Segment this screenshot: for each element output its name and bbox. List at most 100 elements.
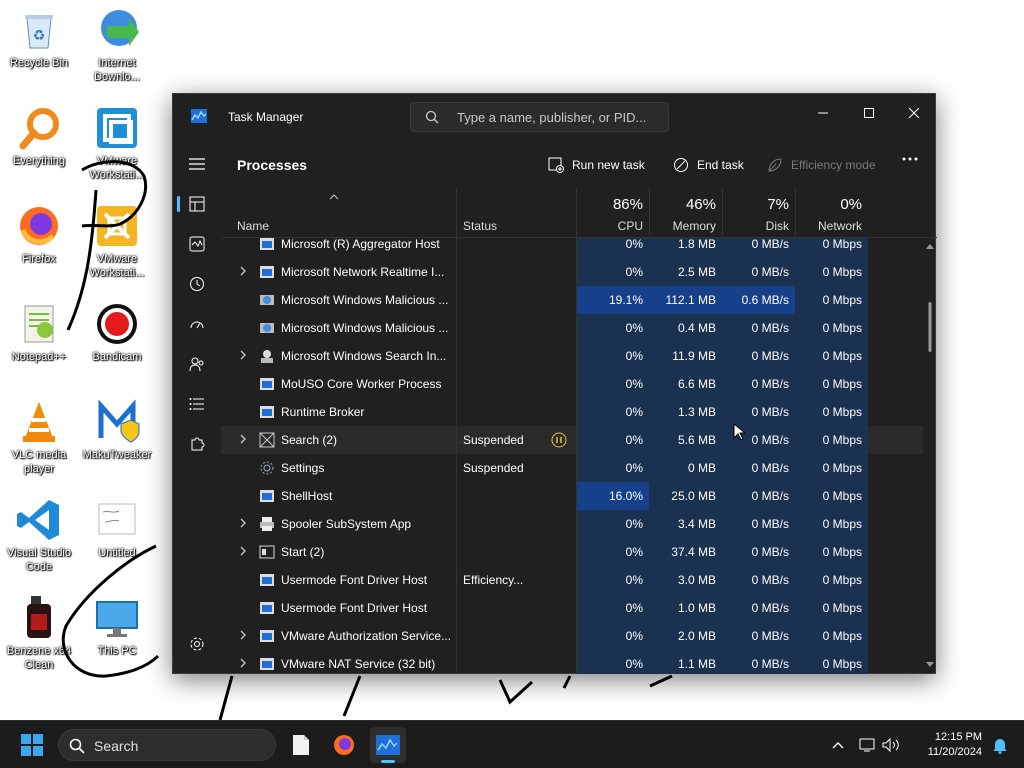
column-header-memory[interactable]: 46% Memory [649, 188, 722, 238]
memory-cell: 3.4 MB [649, 510, 722, 538]
column-divider [576, 238, 577, 674]
nav-details[interactable] [173, 386, 221, 422]
expand-chevron-icon[interactable] [237, 349, 249, 361]
expand-chevron-icon[interactable] [237, 545, 249, 557]
disk-cell: 0 MB/s [722, 370, 795, 398]
process-row[interactable]: Microsoft Network Realtime I... 0% 2.5 MB 0… [221, 258, 923, 286]
memory-total: 46% [685, 196, 716, 213]
column-header-disk[interactable]: 7% Disk [722, 188, 795, 238]
desktop-icon-label: Firefox [22, 253, 56, 265]
desktop-icon-bandicam[interactable]: Bandicam [79, 300, 155, 364]
memory-cell: 1.1 MB [649, 650, 722, 674]
efficiency-mode-button[interactable]: Efficiency mode [767, 157, 876, 173]
process-name: Start (2) [281, 545, 325, 559]
desktop-icon-firefox[interactable]: Firefox [1, 202, 77, 266]
desktop-icon-everything[interactable]: Everything [1, 104, 77, 168]
process-row[interactable]: VMware Authorization Service... 0% 2.0 MB 0… [221, 622, 923, 650]
desktop-icon-untitled[interactable]: Untitled [79, 496, 155, 560]
show-hidden-icons-button[interactable] [820, 727, 856, 763]
expand-chevron-icon[interactable] [237, 629, 249, 641]
process-row[interactable]: Usermode Font Driver Host 0% 1.0 MB 0 MB/s 0… [221, 594, 923, 622]
nav-services[interactable] [173, 426, 221, 462]
column-disk-label: Disk [765, 219, 789, 233]
column-name-label: Name [237, 219, 270, 233]
process-row[interactable]: ShellHost 16.0% 25.0 MB 0 MB/s 0 Mbps [221, 482, 923, 510]
taskbar-file-explorer[interactable] [283, 727, 319, 763]
hamburger-menu-button[interactable] [173, 146, 221, 182]
clock[interactable]: 12:15 PM 11/20/2024 [928, 730, 982, 760]
close-icon [908, 107, 920, 119]
taskbar-task-manager[interactable] [370, 727, 406, 763]
taskbar-search[interactable]: Search [58, 729, 276, 761]
nav-settings[interactable] [173, 626, 221, 662]
task-manager-icon [376, 735, 400, 755]
malicious-software-tool-icon [259, 292, 275, 308]
search-box[interactable]: Type a name, publisher, or PID... [410, 102, 669, 132]
maximize-button[interactable] [846, 98, 892, 128]
chevron-up-icon [832, 742, 844, 749]
cpu-cell: 16.0% [576, 482, 649, 510]
desktop-icon-idm[interactable]: Internet Downlo... [79, 6, 155, 84]
process-row[interactable]: Microsoft Windows Malicious ... 19.1% 112.… [221, 286, 923, 314]
nav-startup-apps[interactable] [173, 306, 221, 342]
process-row[interactable]: Microsoft Windows Search In... 0% 11.9 MB 0… [221, 342, 923, 370]
memory-cell: 25.0 MB [649, 482, 722, 510]
start-button[interactable] [14, 727, 50, 763]
desktop-icon-this-pc[interactable]: This PC [79, 594, 155, 658]
search-icon [69, 738, 85, 754]
nav-app-history[interactable] [173, 266, 221, 302]
process-row[interactable]: VMware NAT Service (32 bit) 0% 1.1 MB 0 MB/… [221, 650, 923, 674]
desktop-icon-vscode[interactable]: Visual Studio Code [1, 496, 77, 574]
desktop-icon-vlc[interactable]: VLC media player [1, 398, 77, 476]
nav-processes[interactable] [173, 186, 221, 222]
end-task-button[interactable]: End task [673, 157, 744, 173]
network-volume-icons [859, 737, 899, 753]
task-manager-app-icon [191, 109, 207, 123]
expand-chevron-icon[interactable] [237, 657, 249, 669]
run-new-task-button[interactable]: Run new task [548, 157, 645, 173]
system-tray-network-volume[interactable] [856, 727, 902, 763]
memory-cell: 11.9 MB [649, 342, 722, 370]
desktop-icon-notepadpp[interactable]: Notepad++ [1, 300, 77, 364]
expand-chevron-icon[interactable] [237, 517, 249, 529]
process-row[interactable]: Settings Suspended 0% 0 MB 0 MB/s 0 Mbps [221, 454, 923, 482]
column-header-name[interactable]: Name [221, 188, 456, 238]
process-row[interactable]: Runtime Broker 0% 1.3 MB 0 MB/s 0 Mbps [221, 398, 923, 426]
vertical-scrollbar[interactable] [923, 238, 937, 674]
memory-cell: 112.1 MB [649, 286, 722, 314]
process-row[interactable]: Spooler SubSystem App 0% 3.4 MB 0 MB/s 0 Mbp… [221, 510, 923, 538]
close-button[interactable] [891, 98, 937, 128]
taskbar: Search 12:15 PM 11/20/2024 [0, 720, 1024, 768]
column-header-status[interactable]: Status [456, 188, 576, 238]
process-row[interactable]: MoUSO Core Worker Process 0% 6.6 MB 0 MB/s 0… [221, 370, 923, 398]
process-row[interactable]: Search (2) Suspended 0% 5.6 MB 0 MB/s 0 Mbps [221, 426, 923, 454]
process-row[interactable]: Usermode Font Driver Host Efficiency... 0%… [221, 566, 923, 594]
leaf-icon [768, 158, 782, 172]
desktop-icon-recycle-bin[interactable]: ♻ Recycle Bin [1, 6, 77, 70]
process-row[interactable]: Microsoft Windows Malicious ... 0% 0.4 MB 0… [221, 314, 923, 342]
notepadpp-icon [15, 300, 63, 348]
expand-chevron-icon[interactable] [237, 265, 249, 277]
network-cell: 0 Mbps [795, 538, 868, 566]
nav-users[interactable] [173, 346, 221, 382]
pause-icon [551, 432, 567, 451]
notifications-button[interactable] [982, 727, 1018, 763]
process-row[interactable]: Start (2) 0% 37.4 MB 0 MB/s 0 Mbps [221, 538, 923, 566]
process-window-icon [259, 628, 275, 644]
column-header-cpu[interactable]: 86% CPU [576, 188, 649, 238]
network-cell: 0 Mbps [795, 314, 868, 342]
process-window-icon [259, 656, 275, 672]
taskbar-firefox[interactable] [326, 727, 362, 763]
expand-chevron-icon[interactable] [237, 433, 249, 445]
minimize-button[interactable] [800, 98, 846, 128]
more-options-button[interactable] [902, 157, 918, 161]
desktop-icon-makutweaker[interactable]: MakuTweaker [79, 398, 155, 462]
desktop-icon-vmware[interactable]: VMware Workstati... [79, 104, 155, 182]
desktop-icon-benzene[interactable]: Benzene x64 Clean [1, 594, 77, 672]
disk-cell: 0 MB/s [722, 482, 795, 510]
column-header-network[interactable]: 0% Network [795, 188, 868, 238]
nav-performance[interactable] [173, 226, 221, 262]
desktop-icon-vmware-player[interactable]: VMware Workstati... [79, 202, 155, 280]
title-bar[interactable]: Task Manager Type a name, publisher, or … [173, 94, 935, 138]
process-row[interactable]: Microsoft (R) Aggregator Host 0% 1.8 MB 0 M… [221, 238, 923, 258]
